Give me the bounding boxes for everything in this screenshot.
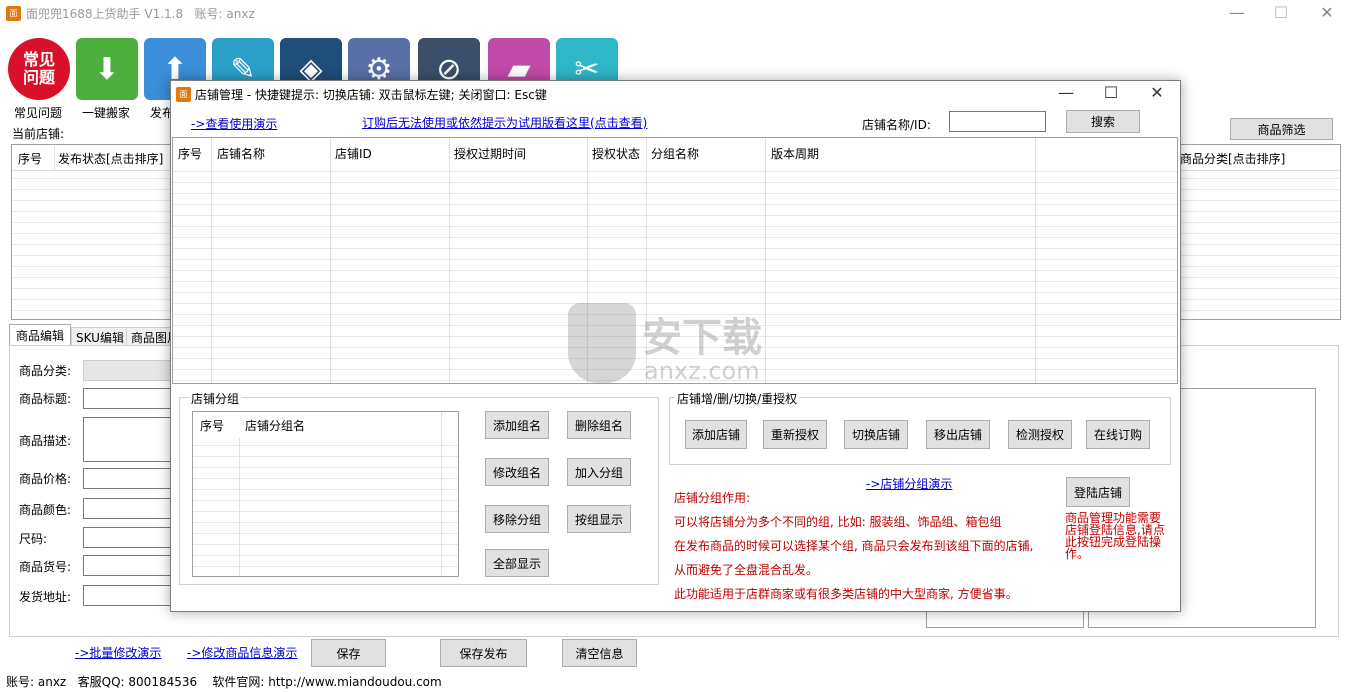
group-table[interactable]: 序号 店铺分组名 <box>192 411 459 577</box>
group-info-line: 从而避免了全盘混合乱发。 <box>674 563 819 577</box>
edit-info-demo-link[interactable]: ->修改商品信息演示 <box>187 644 297 661</box>
app-icon: 面 <box>6 6 21 21</box>
form-label-size: 尺码: <box>19 532 48 546</box>
trial-notice-link[interactable]: 订购后无法使用或依然提示为试用版看这里(点击查看) <box>362 114 647 131</box>
current-shop-label: 当前店铺: <box>12 127 65 141</box>
status-bar: 账号: anxz 客服QQ: 800184536 软件官网: http://ww… <box>6 675 442 689</box>
toolbar-label: 一键搬家 <box>82 106 131 120</box>
form-label-category: 商品分类: <box>19 364 72 378</box>
add-shop-button[interactable]: 添加店铺 <box>685 420 747 449</box>
watermark: 安下载 anxz.com <box>568 303 788 393</box>
col-category-header[interactable]: 商品分类[点击排序] <box>1180 150 1285 167</box>
search-input[interactable] <box>949 111 1046 132</box>
group-col-index[interactable]: 序号 <box>200 417 224 434</box>
online-order-button[interactable]: 在线订购 <box>1086 420 1150 449</box>
minimize-button[interactable]: — <box>1222 3 1252 22</box>
login-note: 商品管理功能需要店铺登陆信息,请点此按钮完成登陆操作。 <box>1065 511 1165 561</box>
group-table-header: 序号 店铺分组名 <box>193 412 458 438</box>
description-input[interactable] <box>83 417 173 462</box>
search-button[interactable]: 搜索 <box>1066 110 1140 133</box>
maximize-button[interactable]: ☐ <box>1266 3 1296 22</box>
tab-product-edit[interactable]: 商品编辑 <box>9 324 72 346</box>
reauthorize-button[interactable]: 重新授权 <box>763 420 827 449</box>
shop-col-index[interactable]: 序号 <box>178 145 202 162</box>
form-label-color: 商品颜色: <box>19 503 72 517</box>
show-by-group-button[interactable]: 按组显示 <box>567 505 631 533</box>
window-title: 面兜兜1688上货助手 V1.1.8 账号: anxz <box>26 7 255 21</box>
category-select[interactable] <box>83 360 173 381</box>
dialog-minimize-button[interactable]: — <box>1051 83 1081 102</box>
form-label-description: 商品描述: <box>19 434 72 448</box>
dialog-title: 店铺管理 - 快捷键提示: 切换店铺: 双击鼠标左键; 关闭窗口: Esc键 <box>195 88 547 102</box>
clear-info-button[interactable]: 清空信息 <box>562 639 637 667</box>
shop-col-id[interactable]: 店铺ID <box>335 145 372 162</box>
shop-table-header: 序号 店铺名称 店铺ID 授权过期时间 授权状态 分组名称 版本周期 <box>173 138 1177 168</box>
shop-col-version[interactable]: 版本周期 <box>771 145 819 162</box>
col-index-header[interactable]: 序号 <box>18 150 42 167</box>
shop-col-expiry[interactable]: 授权过期时间 <box>454 145 526 162</box>
shop-manager-dialog: 面 店铺管理 - 快捷键提示: 切换店铺: 双击鼠标左键; 关闭窗口: Esc键… <box>170 80 1181 612</box>
dialog-maximize-button[interactable]: ☐ <box>1096 83 1126 102</box>
remove-shop-button[interactable]: 移出店铺 <box>926 420 990 449</box>
group-info: 店铺分组作用: 可以将店铺分为多个不同的组, 比如: 服装组、饰品组、箱包组 在… <box>674 489 1054 609</box>
group-info-line: 可以将店铺分为多个不同的组, 比如: 服装组、饰品组、箱包组 <box>674 515 1002 529</box>
col-status-header[interactable]: 发布状态[点击排序] <box>58 150 163 167</box>
size-input[interactable] <box>83 527 173 548</box>
dialog-close-button[interactable]: ✕ <box>1142 83 1172 102</box>
shop-col-auth-status[interactable]: 授权状态 <box>592 145 640 162</box>
faq-icon[interactable]: 常见 问题 <box>8 38 70 100</box>
group-section-title: 店铺分组 <box>189 390 242 407</box>
sku-input[interactable] <box>83 555 173 576</box>
shop-col-group[interactable]: 分组名称 <box>651 145 699 162</box>
tab-sku-edit[interactable]: SKU编辑 <box>71 327 129 346</box>
download-icon[interactable]: ⬇ <box>76 38 138 100</box>
delete-group-button[interactable]: 删除组名 <box>567 411 631 439</box>
watermark-name: 安下载 <box>642 315 762 361</box>
form-label-address: 发货地址: <box>19 590 72 604</box>
form-label-sku: 商品货号: <box>19 560 72 574</box>
color-input[interactable] <box>83 498 173 519</box>
show-all-button[interactable]: 全部显示 <box>485 549 549 577</box>
shop-col-name[interactable]: 店铺名称 <box>217 145 265 162</box>
price-input[interactable] <box>83 468 173 489</box>
title-bar: 面 面兜兜1688上货助手 V1.1.8 账号: anxz — ☐ ✕ <box>0 0 1352 28</box>
rename-group-button[interactable]: 修改组名 <box>485 458 549 486</box>
form-label-title: 商品标题: <box>19 392 72 406</box>
save-publish-button[interactable]: 保存发布 <box>440 639 527 667</box>
join-group-button[interactable]: 加入分组 <box>567 458 631 486</box>
add-group-button[interactable]: 添加组名 <box>485 411 549 439</box>
search-label: 店铺名称/ID: <box>862 118 931 132</box>
title-input[interactable] <box>83 388 173 409</box>
dialog-title-bar: 面 店铺管理 - 快捷键提示: 切换店铺: 双击鼠标左键; 关闭窗口: Esc键… <box>171 81 1180 107</box>
product-filter-button[interactable]: 商品筛选 <box>1230 118 1333 140</box>
group-info-line: 店铺分组作用: <box>674 491 751 505</box>
check-auth-button[interactable]: 检测授权 <box>1008 420 1072 449</box>
switch-shop-button[interactable]: 切换店铺 <box>844 420 908 449</box>
dialog-app-icon: 面 <box>176 87 191 102</box>
watermark-domain: anxz.com <box>644 357 760 385</box>
batch-edit-demo-link[interactable]: ->批量修改演示 <box>75 644 161 661</box>
remove-group-button[interactable]: 移除分组 <box>485 505 549 533</box>
watermark-shield-icon <box>568 303 636 383</box>
group-info-line: 在发布商品的时候可以选择某个组, 商品只会发布到该组下面的店铺, <box>674 539 1034 553</box>
close-button[interactable]: ✕ <box>1312 3 1342 22</box>
login-shop-button[interactable]: 登陆店铺 <box>1066 477 1130 507</box>
address-input[interactable] <box>83 585 173 606</box>
usage-demo-link[interactable]: ->查看使用演示 <box>191 115 277 132</box>
form-label-price: 商品价格: <box>19 472 72 486</box>
toolbar-label: 常见问题 <box>14 106 63 120</box>
save-button[interactable]: 保存 <box>311 639 386 667</box>
group-info-line: 此功能适用于店群商家或有很多类店铺的中大型商家, 方便省事。 <box>674 587 1018 601</box>
group-col-name[interactable]: 店铺分组名 <box>245 417 305 434</box>
